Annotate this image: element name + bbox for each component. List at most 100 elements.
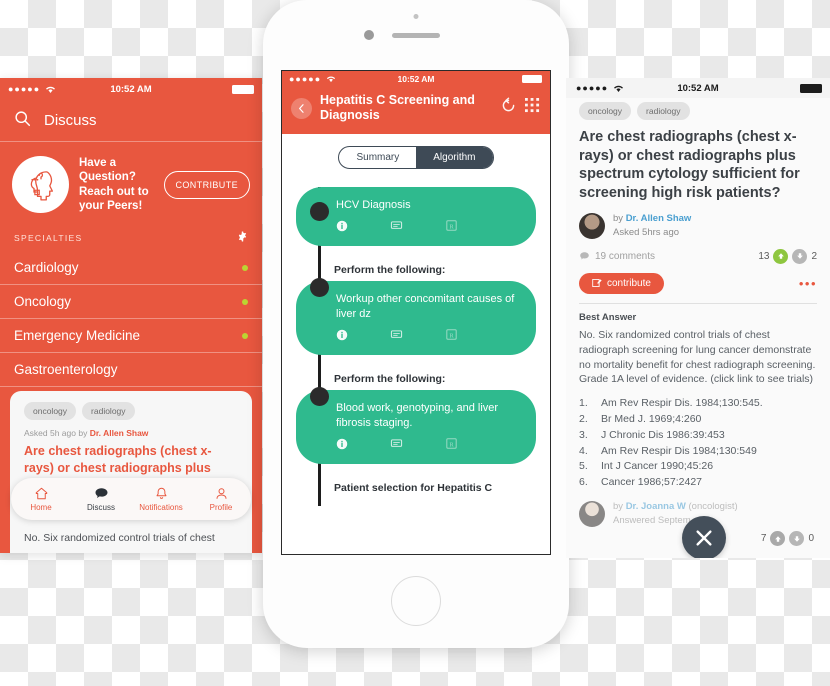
flow-node-icon [310, 387, 329, 407]
question-preview-card[interactable]: oncology radiology Asked 5h ago by Dr. A… [10, 391, 252, 553]
downvote-button[interactable] [792, 248, 808, 264]
right-phone-screen: ●●●●● 10:52 AM oncology radiology Are ch… [566, 78, 830, 558]
flow-step[interactable]: HCV Diagnosis R [282, 186, 550, 247]
grid-menu-icon[interactable] [525, 98, 540, 118]
rx-icon[interactable]: R [445, 328, 458, 346]
rx-icon[interactable]: R [445, 219, 458, 237]
upvote-button[interactable] [773, 248, 789, 264]
tag-row: oncology radiology [24, 402, 238, 420]
question-author: by Dr. Allen Shaw Asked 5hrs ago [579, 212, 817, 240]
flow-node-icon [310, 278, 329, 298]
info-icon[interactable] [336, 219, 348, 237]
ref-text: Am Rev Respir Dis 1984;130:549 [601, 444, 757, 457]
reset-arrow-icon[interactable] [500, 97, 517, 119]
list-item[interactable]: 4. Am Rev Respir Dis 1984;130:549 [579, 444, 817, 460]
sidebar-item-oncology[interactable]: Oncology [0, 285, 262, 319]
home-button[interactable] [391, 576, 441, 626]
asked-meta: Asked 5h ago by Dr. Allen Shaw [24, 428, 238, 438]
search-icon[interactable] [14, 110, 31, 132]
sidebar-item-emergency-medicine[interactable]: Emergency Medicine [0, 319, 262, 353]
sidebar-item-cardiology[interactable]: Cardiology [0, 251, 262, 285]
list-item[interactable]: 5. Int J Cancer 1990;45:26 [579, 459, 817, 475]
specialties-list: Cardiology Oncology Emergency Medicine G… [0, 251, 262, 387]
flow-bubble[interactable]: HCV Diagnosis R [296, 186, 536, 247]
comment-icon[interactable] [390, 328, 403, 346]
svg-text:R: R [449, 223, 454, 230]
tag-radiology[interactable]: radiology [82, 402, 135, 420]
answer-downvote-count: 0 [808, 533, 814, 544]
tag-oncology[interactable]: oncology [24, 402, 77, 420]
promo-text: Have a Question? Reach out to your Peers… [79, 156, 154, 212]
arrow-down-icon [794, 535, 800, 542]
info-icon[interactable] [336, 437, 348, 455]
flow-step-caption: Perform the following: [334, 264, 446, 277]
tab-notifications[interactable]: Notifications [131, 486, 191, 512]
rx-icon[interactable]: R [445, 437, 458, 455]
flow-step-text: HCV Diagnosis [336, 198, 411, 211]
tag-oncology[interactable]: oncology [579, 102, 632, 120]
arrow-up-icon [778, 253, 784, 260]
gear-icon[interactable] [237, 231, 248, 244]
flow-step[interactable]: Perform the following: Blood work, genot… [282, 373, 550, 465]
left-phone-screen: ●●●●● 10:52 AM Discuss Have a Question? … [0, 78, 262, 553]
contribute-button[interactable]: CONTRIBUTE [163, 170, 250, 199]
arrow-down-icon [797, 253, 803, 260]
segmented-control: Summary Algorithm [338, 145, 494, 169]
center-header: Hepatitis C Screening and Diagnosis [282, 87, 550, 134]
flow-bubble[interactable]: Workup other concomitant causes of liver… [296, 281, 536, 356]
more-horizontal-icon[interactable]: ••• [799, 276, 817, 291]
flow-step[interactable]: Perform the following: Workup other conc… [282, 264, 550, 356]
algorithm-title: Hepatitis C Screening and Diagnosis [320, 93, 475, 123]
chat-bubble-icon [95, 488, 107, 498]
info-icon[interactable] [336, 328, 348, 346]
list-item[interactable]: 6. Cancer 1986;57:2427 [579, 475, 817, 491]
left-clock: 10:52 AM [110, 83, 152, 95]
left-status-bar: ●●●●● 10:52 AM [0, 78, 262, 100]
sidebar-item-gastroenterology[interactable]: Gastroenterology [0, 353, 262, 387]
next-step-caption: Patient selection for Hepatitis C [334, 482, 493, 495]
best-answer-label: Best Answer [579, 311, 637, 323]
answer-downvote-button[interactable] [789, 531, 805, 546]
comment-icon[interactable] [390, 219, 403, 237]
tab-label: Notifications [139, 503, 183, 512]
author-name[interactable]: Dr. Allen Shaw [626, 213, 692, 224]
tag-row: oncology radiology [579, 102, 817, 120]
bottom-tab-bar: Home Discuss Notifications Profile [11, 478, 251, 520]
ref-text: J Chronic Dis 1986:39:453 [601, 428, 725, 441]
tab-summary[interactable]: Summary [339, 147, 416, 168]
close-button[interactable] [682, 516, 726, 558]
list-item[interactable]: 3. J Chronic Dis 1986:39:453 [579, 428, 817, 444]
answer-author-role: (oncologist) [688, 500, 738, 512]
vote-widget: 13 2 [758, 248, 817, 264]
tag-radiology[interactable]: radiology [637, 102, 690, 120]
specialty-label: Oncology [14, 294, 72, 309]
question-head-icon [12, 156, 69, 213]
upvote-count: 13 [758, 250, 770, 262]
center-phone-screen: ●●●●● 10:52 AM Hepatitis C Screening and… [281, 70, 551, 555]
specialty-label: Cardiology [14, 260, 79, 275]
contribute-button[interactable]: contribute [579, 272, 664, 294]
answer-author-name[interactable]: Dr. Joanna W [626, 501, 686, 512]
ref-text: Br Med J. 1969;4:260 [601, 413, 702, 426]
avatar [579, 212, 605, 239]
algorithm-flow: HCV Diagnosis R Perform the following: W… [282, 186, 550, 507]
comment-icon[interactable] [390, 437, 403, 455]
comments-count[interactable]: 19 comments [579, 251, 655, 262]
back-button[interactable] [291, 97, 312, 119]
promo-line-3: Reach out to [79, 185, 149, 198]
tab-label: Home [30, 503, 52, 512]
tab-home[interactable]: Home [11, 486, 71, 512]
tab-algorithm[interactable]: Algorithm [416, 146, 493, 168]
home-icon [35, 487, 47, 500]
center-status-bar: ●●●●● 10:52 AM [282, 71, 550, 87]
answer-upvote-button[interactable] [770, 531, 786, 546]
author-meta: by Dr. Allen Shaw Asked 5hrs ago [613, 212, 691, 240]
flow-bubble[interactable]: Blood work, genotyping, and liver fibros… [296, 390, 536, 465]
asked-author[interactable]: Dr. Allen Shaw [90, 428, 149, 438]
list-item[interactable]: 1. Am Rev Respir Dis. 1984;130:545. [579, 396, 817, 412]
promo-line-4: your Peers! [79, 199, 143, 212]
tab-discuss[interactable]: Discuss [71, 486, 131, 512]
tab-profile[interactable]: Profile [191, 486, 251, 512]
list-item[interactable]: 2. Br Med J. 1969;4:260 [579, 412, 817, 428]
comment-bubble-icon [580, 251, 589, 260]
